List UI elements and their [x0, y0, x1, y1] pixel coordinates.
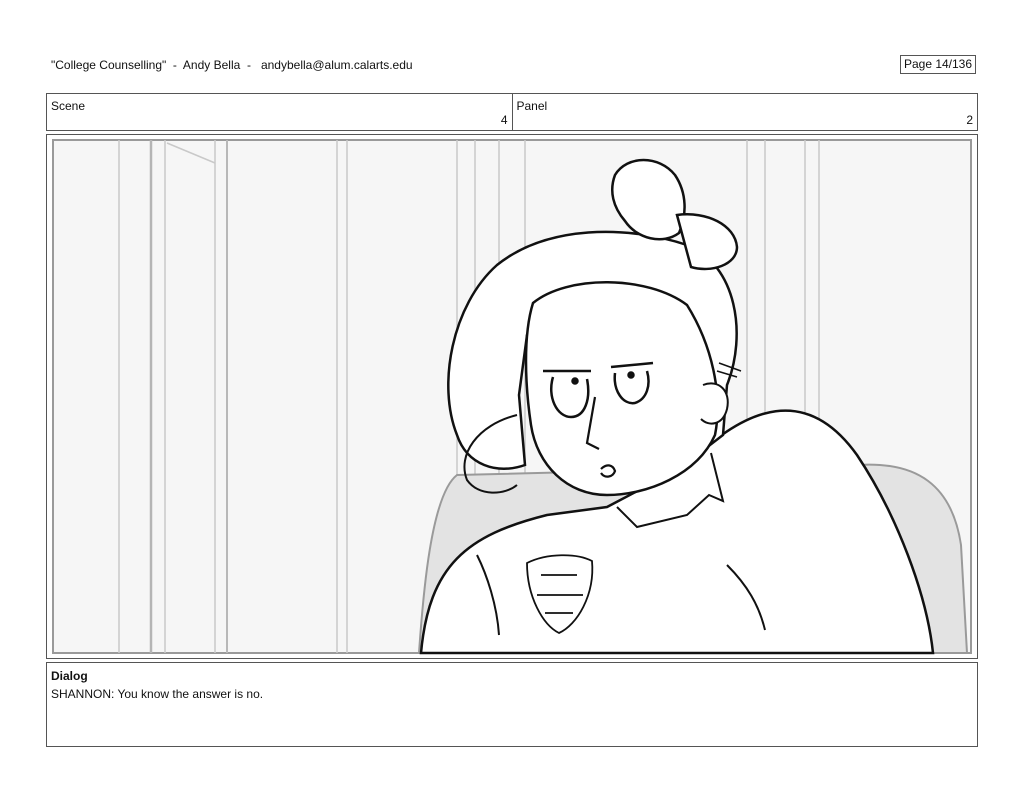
scene-label: Scene [51, 99, 86, 113]
storyboard-sketch-illustration [52, 139, 972, 655]
dialog-heading: Dialog [51, 669, 88, 683]
panel-number: 2 [966, 113, 973, 127]
storyboard-panel [46, 134, 978, 659]
scene-number: 4 [500, 113, 508, 127]
scene-cell: Scene 4 [47, 94, 512, 130]
scene-panel-row: Scene 4 Panel 2 [46, 93, 978, 131]
panel-label: Panel [516, 99, 548, 113]
document-header-title: "College Counselling" - Andy Bella - and… [51, 58, 413, 72]
dialog-line: SHANNON: You know the answer is no. [51, 687, 264, 701]
page-indicator: Page 14/136 [900, 55, 976, 74]
dialog-box: Dialog SHANNON: You know the answer is n… [46, 662, 978, 747]
panel-cell: Panel 2 [511, 94, 978, 130]
